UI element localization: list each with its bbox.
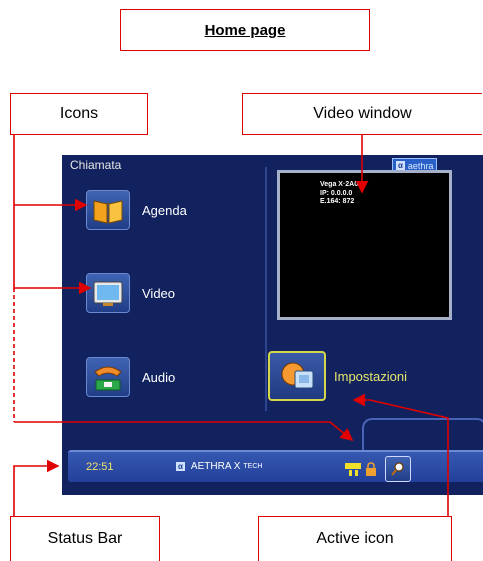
icons-arrow-video [13, 205, 92, 295]
icons-arrow-agenda [13, 135, 88, 212]
annotation-arrows [13, 135, 449, 516]
active-icon-arrow [352, 393, 449, 516]
icons-arrow-status [14, 421, 354, 442]
status-bar-arrow [13, 459, 60, 516]
